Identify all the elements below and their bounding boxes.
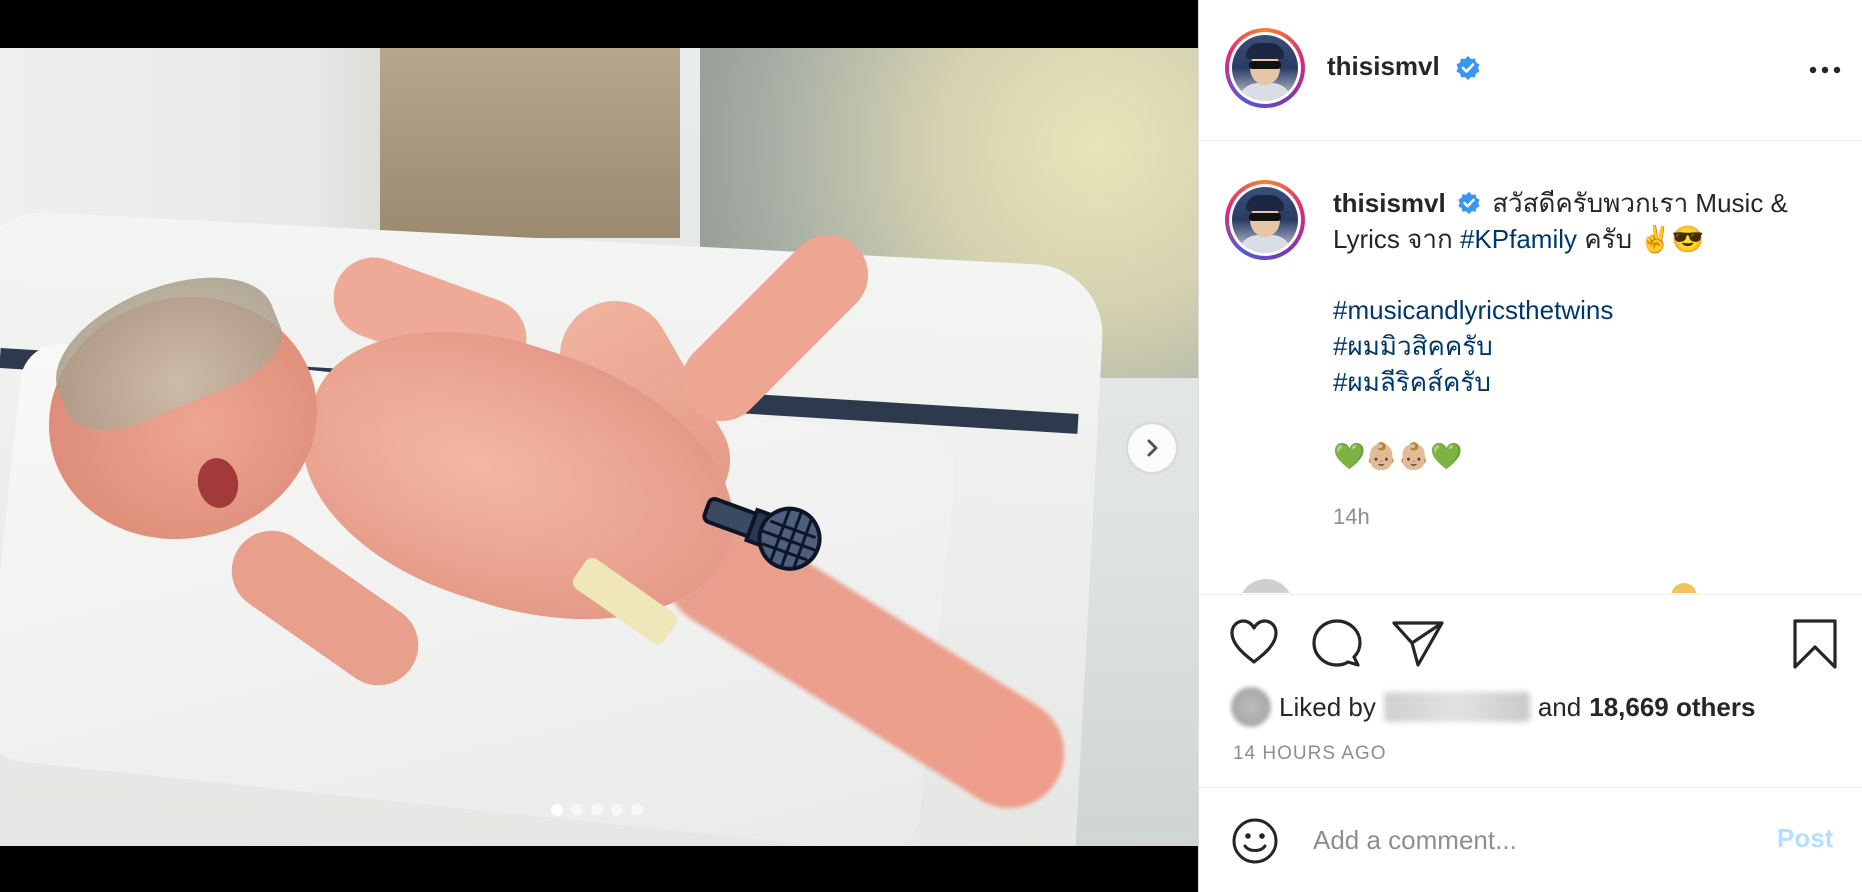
verified-badge-icon — [1456, 56, 1480, 81]
post-actions: Liked by and 18,669 others 14 HOURS AGO — [1199, 594, 1862, 788]
post-timestamp[interactable]: 14 HOURS AGO — [1233, 743, 1387, 765]
post-photo — [0, 48, 1198, 846]
paper-plane-icon[interactable] — [1392, 619, 1444, 667]
caption-text: thisismvl สวัสดีครับพวกเรา Music & Lyric… — [1333, 185, 1833, 257]
carousel-dot — [591, 804, 603, 816]
carousel-dot — [631, 804, 643, 816]
carousel-dot — [611, 804, 623, 816]
media-viewer — [0, 0, 1198, 892]
liker-name-blurred[interactable] — [1383, 692, 1530, 722]
author-username-link[interactable]: thisismvl — [1327, 51, 1481, 82]
likes-summary: Liked by and 18,669 others — [1231, 687, 1755, 727]
liker-avatar[interactable] — [1231, 687, 1271, 727]
hashtag-link[interactable]: #ผมมิวสิคครับ — [1333, 328, 1613, 364]
chevron-right-icon — [1147, 439, 1158, 457]
caption-line2-end: ครับ ✌️😎 — [1577, 224, 1705, 254]
hashtag-link[interactable]: #KPfamily — [1460, 224, 1577, 254]
carousel-next-button[interactable] — [1128, 424, 1176, 472]
likes-prefix: Liked by — [1279, 691, 1376, 722]
heart-icon[interactable] — [1229, 619, 1279, 665]
smiley-icon[interactable] — [1231, 817, 1279, 865]
comment-input[interactable] — [1311, 817, 1755, 863]
likes-count-link[interactable]: 18,669 others — [1589, 692, 1755, 723]
author-avatar[interactable] — [1225, 28, 1305, 108]
more-options-icon — [1809, 66, 1841, 74]
hashtag-list: #musicandlyricsthetwins #ผมมิวสิคครับ #ผ… — [1333, 292, 1613, 400]
caption-emojis: 💚👶🏼👶🏼💚 — [1333, 441, 1463, 471]
carousel-dot — [551, 804, 563, 816]
more-options-button[interactable] — [1805, 56, 1845, 84]
carousel-indicator — [551, 804, 643, 816]
post-header: thisismvl — [1199, 0, 1862, 141]
comment-bar: Post — [1199, 787, 1862, 892]
post-comment-button[interactable]: Post — [1777, 823, 1833, 854]
caption-timestamp[interactable]: 14h — [1333, 504, 1370, 530]
microphone-sticker-icon — [702, 497, 822, 571]
comment-bubble-icon[interactable] — [1312, 619, 1362, 669]
carousel-dot — [571, 804, 583, 816]
author-username[interactable]: thisismvl — [1327, 51, 1440, 81]
caption-author-avatar[interactable] — [1225, 180, 1305, 260]
photo-background — [380, 48, 680, 238]
post-side-panel: thisismvl thisismvl สวัสดีครับพวกเรา Mus… — [1198, 0, 1862, 892]
caption-section: thisismvl สวัสดีครับพวกเรา Music & Lyric… — [1199, 141, 1862, 593]
caption-greeting: สวัสดีครับพวกเรา Music & — [1492, 188, 1788, 218]
verified-badge-icon — [1458, 191, 1480, 215]
comment-emoji — [1671, 583, 1697, 593]
comment-avatar[interactable] — [1239, 579, 1293, 593]
caption-username[interactable]: thisismvl — [1333, 188, 1446, 218]
likes-and: and — [1537, 691, 1582, 722]
hashtag-link[interactable]: #musicandlyricsthetwins — [1333, 292, 1613, 328]
instagram-post-modal: thisismvl thisismvl สวัสดีครับพวกเรา Mus… — [0, 0, 1862, 892]
hashtag-link[interactable]: #ผมลีริคส์ครับ — [1333, 364, 1613, 400]
bookmark-icon[interactable] — [1793, 619, 1837, 669]
caption-line2: Lyrics จาก — [1333, 224, 1460, 254]
